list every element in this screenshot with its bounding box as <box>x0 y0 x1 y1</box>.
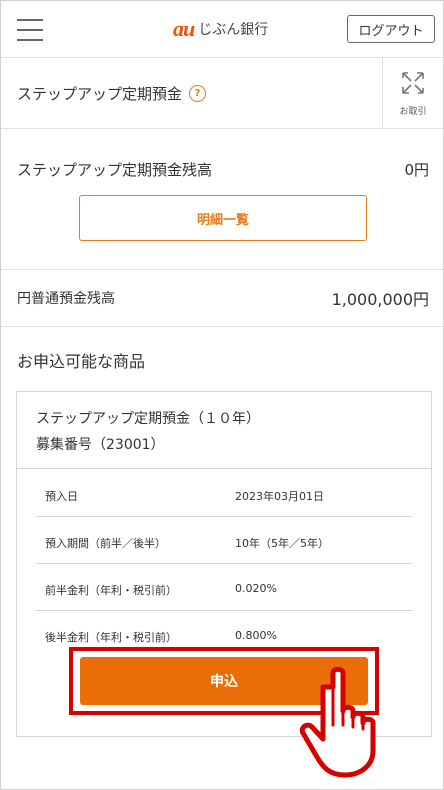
product-card-header: ステップアップ定期預金（１０年） 募集番号（23001） <box>17 392 431 469</box>
product-name: ステップアップ定期預金（１０年） <box>36 411 260 427</box>
app-frame: au じぶん銀行 ログアウト ステップアップ定期預金 ? お取引 ステップアップ… <box>0 0 444 790</box>
recruit-number: 募集番号（23001） <box>36 437 165 453</box>
transfer-arrows-icon <box>402 72 424 94</box>
info-value: 10年（5年／5年） <box>235 537 329 550</box>
info-key: 後半金利（年利・税引前） <box>45 631 177 644</box>
deposit-balance-value: 0円 <box>404 161 429 179</box>
transaction-label: お取引 <box>399 107 427 117</box>
deposit-balance-section: ステップアップ定期預金残高 0円 明細一覧 <box>1 129 443 270</box>
product-title-row: ステップアップ定期預金 ? お取引 <box>1 58 443 129</box>
info-value: 2023年03月01日 <box>235 490 324 503</box>
info-row-first-half-rate: 前半金利（年利・税引前） 0.020% <box>35 564 413 611</box>
logout-button[interactable]: ログアウト <box>347 15 435 43</box>
bank-logo: au じぶん銀行 <box>173 15 268 43</box>
info-key: 預入日 <box>45 490 78 503</box>
info-value: 0.020% <box>235 582 277 595</box>
deposit-balance-label: ステップアップ定期預金残高 <box>17 161 213 179</box>
menu-icon[interactable] <box>17 19 43 41</box>
yen-balance-label: 円普通預金残高 <box>17 291 115 307</box>
bank-name: じぶん銀行 <box>198 22 269 38</box>
au-logo-mark: au <box>173 16 195 41</box>
available-products-title: お申込可能な商品 <box>17 352 146 371</box>
info-row-deposit-period: 預入期間（前半／後半） 10年（5年／5年） <box>35 517 413 564</box>
statement-list-button[interactable]: 明細一覧 <box>79 195 367 241</box>
help-icon[interactable]: ? <box>189 85 206 102</box>
info-row-deposit-date: 預入日 2023年03月01日 <box>35 470 413 517</box>
info-key: 預入期間（前半／後半） <box>45 537 166 550</box>
pointing-hand-icon <box>299 667 376 778</box>
yen-balance-row: 円普通預金残高 1,000,000円 <box>1 270 443 327</box>
transaction-button[interactable]: お取引 <box>382 58 443 128</box>
yen-balance-value: 1,000,000円 <box>331 290 429 309</box>
header: au じぶん銀行 ログアウト <box>1 1 443 58</box>
info-key: 前半金利（年利・税引前） <box>45 584 177 597</box>
info-value: 0.800% <box>235 629 277 642</box>
page-title: ステップアップ定期預金 <box>17 85 183 103</box>
